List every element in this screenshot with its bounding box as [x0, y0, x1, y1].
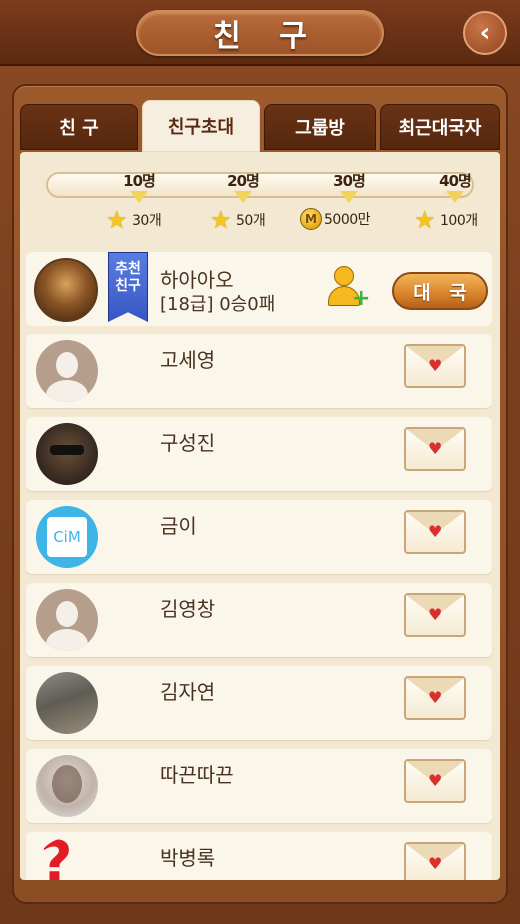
friend-name: 김자연	[160, 680, 216, 704]
cim-logo: CiM	[47, 517, 87, 557]
chevron-left-icon: ‹	[479, 18, 491, 48]
heart-icon: ♥	[428, 688, 443, 707]
badge-text: 추천	[115, 261, 141, 277]
avatar	[36, 423, 98, 485]
send-invite-mail-button[interactable]: ♥	[404, 759, 466, 803]
send-invite-mail-button[interactable]: ♥	[404, 676, 466, 720]
question-mark-icon: ?	[40, 838, 73, 880]
send-invite-mail-button[interactable]: ♥	[404, 510, 466, 554]
send-invite-mail-button[interactable]: ♥	[404, 344, 466, 388]
reward-40: ★ 100개	[414, 208, 478, 232]
friend-name: 박병록	[160, 846, 216, 870]
star-icon: ★	[210, 206, 232, 234]
send-invite-mail-button[interactable]: ♥	[404, 842, 466, 880]
milestone-10: 10명	[104, 170, 174, 203]
milestone-40: 40명	[420, 170, 490, 203]
page-title: 친 구	[213, 19, 321, 54]
avatar	[34, 258, 98, 322]
top-header: 친 구 ‹	[0, 0, 520, 66]
friend-row: 구성진 ♥	[26, 417, 492, 491]
friend-row: 따끈따끈 ♥	[26, 749, 492, 823]
tab-friends[interactable]: 친 구	[20, 104, 138, 150]
milestone-arrow-icon	[446, 191, 464, 203]
milestone-label: 30명	[333, 172, 366, 190]
heart-icon: ♥	[428, 356, 443, 375]
reward-text: 5000만	[324, 212, 371, 228]
battle-button[interactable]: 대 국	[392, 272, 488, 310]
milestone-20: 20명	[208, 170, 278, 203]
friend-row: ? 박병록 ♥	[26, 832, 492, 880]
friend-name: 고세영	[160, 348, 216, 372]
reward-text: 50개	[236, 213, 266, 229]
add-friend-icon[interactable]: +	[326, 264, 370, 312]
avatar: ?	[36, 838, 98, 880]
milestone-arrow-icon	[234, 191, 252, 203]
milestone-arrow-icon	[130, 191, 148, 203]
person-head-icon	[334, 266, 354, 286]
friend-row: 김영창 ♥	[26, 583, 492, 657]
badge-text: 친구	[115, 278, 141, 294]
money-coin-icon: M	[300, 208, 322, 230]
plus-icon: +	[352, 286, 371, 311]
tab-invite-friends[interactable]: 친구초대	[142, 100, 260, 152]
send-invite-mail-button[interactable]: ♥	[404, 593, 466, 637]
send-invite-mail-button[interactable]: ♥	[404, 427, 466, 471]
star-icon: ★	[106, 206, 128, 234]
milestone-label: 40명	[439, 172, 472, 190]
milestone-30: 30명	[314, 170, 384, 203]
friend-name: 금이	[160, 514, 197, 538]
heart-icon: ♥	[428, 771, 443, 790]
avatar	[36, 672, 98, 734]
tab-bar: 친 구 친구초대 그룹방 최근대국자	[20, 100, 500, 152]
heart-icon: ♥	[428, 605, 443, 624]
milestone-label: 10명	[123, 172, 156, 190]
reward-20: ★ 50개	[210, 206, 266, 234]
reward-text: 100개	[440, 213, 478, 229]
friend-row: 김자연 ♥	[26, 666, 492, 740]
friend-name: 김영창	[160, 597, 216, 621]
friend-row: CiM 금이 ♥	[26, 500, 492, 574]
tab-group-room[interactable]: 그룹방	[264, 104, 376, 150]
star-icon: ★	[414, 206, 436, 234]
title-plate: 친 구	[136, 10, 384, 56]
heart-icon: ♥	[428, 439, 443, 458]
avatar	[36, 589, 98, 651]
recommended-badge: 추천 친구	[108, 252, 148, 322]
tab-recent-opponents[interactable]: 최근대국자	[380, 104, 500, 150]
friend-name: 하아아오	[160, 268, 234, 292]
avatar: CiM	[36, 506, 98, 568]
milestone-label: 20명	[227, 172, 260, 190]
avatar	[36, 340, 98, 402]
invite-content: 10명 20명 30명 40명 ★ 30개 ★ 50개 M 5000만 ★ 10…	[20, 152, 500, 880]
reward-10: ★ 30개	[106, 206, 162, 234]
avatar	[36, 755, 98, 817]
heart-icon: ♥	[428, 522, 443, 541]
reward-30: M 5000만	[300, 208, 371, 230]
back-button[interactable]: ‹	[463, 11, 507, 55]
reward-text: 30개	[132, 213, 162, 229]
friend-rank-record: [18급] 0승0패	[160, 294, 276, 315]
friend-name: 구성진	[160, 431, 216, 455]
friend-row: 고세영 ♥	[26, 334, 492, 408]
recommended-friend-row: 추천 친구 하아아오 [18급] 0승0패 + 대 국	[26, 252, 492, 326]
heart-icon: ♥	[428, 854, 443, 873]
milestone-arrow-icon	[340, 191, 358, 203]
friend-name: 따끈따끈	[160, 763, 234, 787]
